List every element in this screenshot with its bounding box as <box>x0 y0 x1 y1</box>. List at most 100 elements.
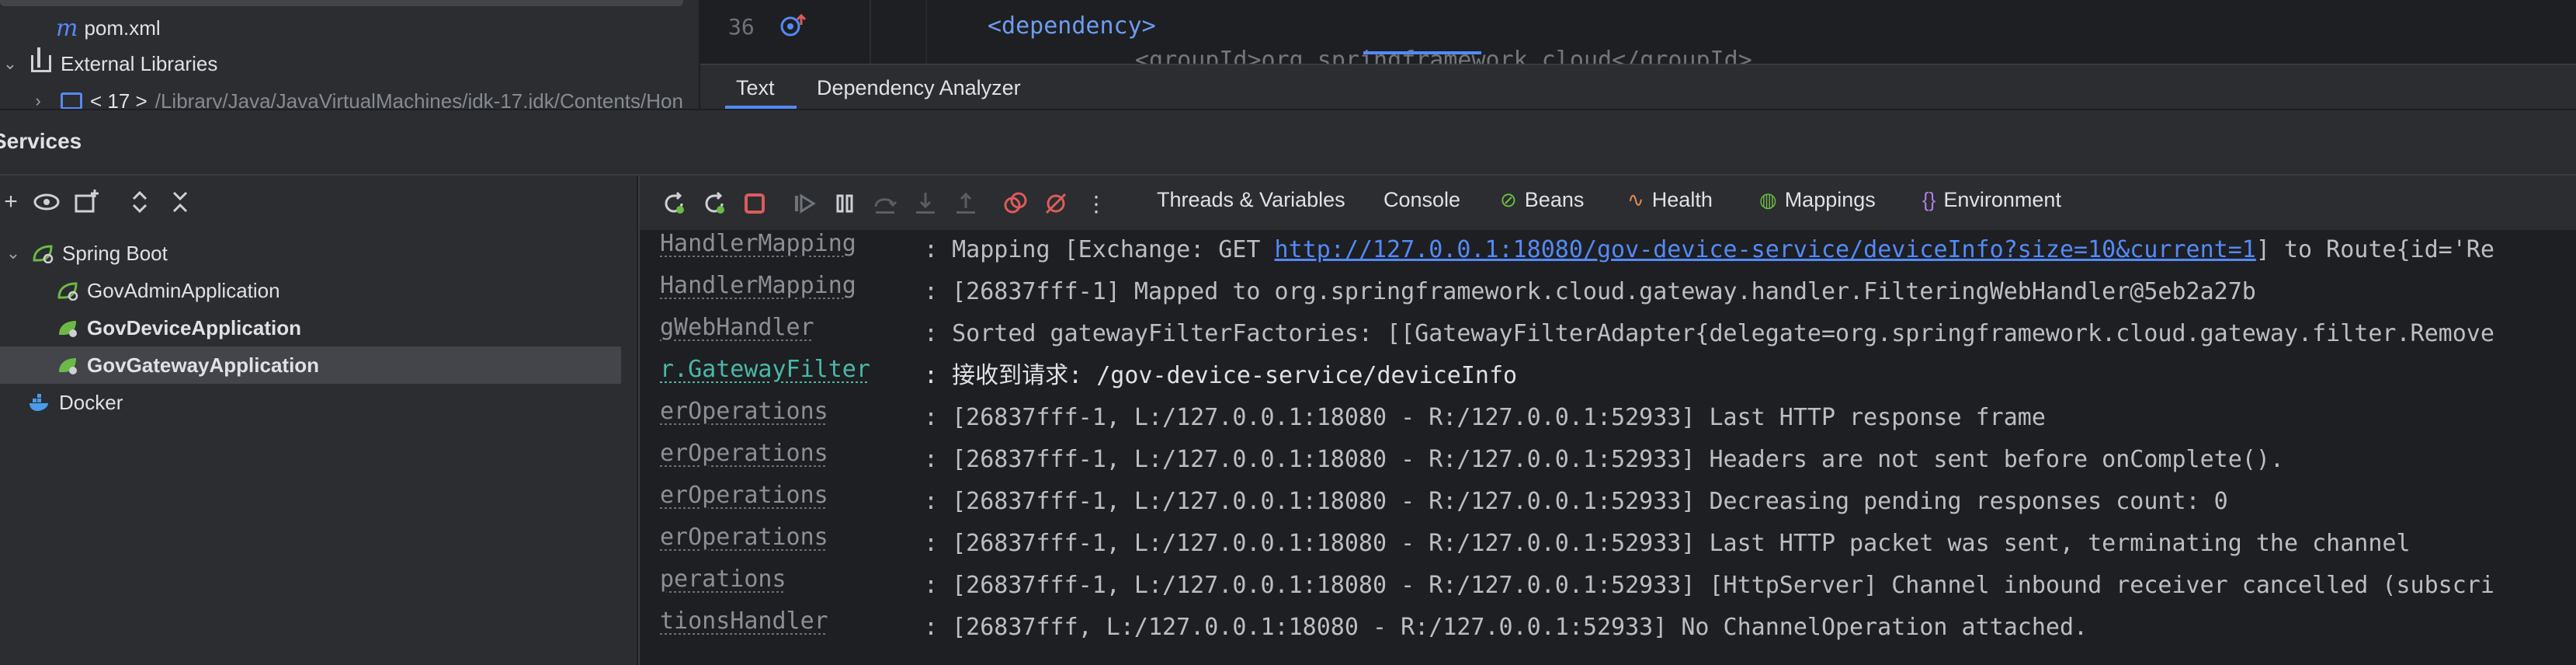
log-message: : [26837fff-1, L:/127.0.0.1:18080 - R:/1… <box>924 404 2046 431</box>
log-message: : 接收到请求: /gov-device-service/deviceInfo <box>924 362 1518 389</box>
log-line: HandlerMapping: [26837fff-1] Mapped to o… <box>660 272 2256 305</box>
code-line: <dependency> <box>988 12 1156 40</box>
tab-label: Environment <box>1943 188 2061 211</box>
tab-text[interactable]: Text <box>736 76 775 100</box>
tab-threads-variables[interactable]: Threads & Variables <box>1157 188 1345 212</box>
tree-item-gov-device[interactable]: GovDeviceApplication <box>0 309 621 346</box>
health-icon: ∿ <box>1627 188 1644 211</box>
maven-icon: m <box>56 14 78 42</box>
spring-boot-icon <box>33 245 54 263</box>
tab-beans[interactable]: ⊘ Beans <box>1500 188 1584 212</box>
add-service-icon[interactable]: + <box>0 186 26 218</box>
debug-toolbar: ⋮ Threads & Variables Console ⊘ Beans ∿ … <box>640 176 2576 230</box>
log-line: erOperations: [26837fff-1, L:/127.0.0.1:… <box>660 440 2284 473</box>
log-line: perations: [26837fff-1, L:/127.0.0.1:180… <box>660 566 2494 599</box>
tab-label: Beans <box>1524 188 1585 211</box>
tab-health[interactable]: ∿ Health <box>1627 188 1713 212</box>
stop-icon[interactable] <box>741 190 769 218</box>
log-message: : [26837fff-1, L:/127.0.0.1:18080 - R:/1… <box>924 488 2228 515</box>
editor-bottom-tabs: Text Dependency Analyzer <box>700 64 2576 109</box>
tab-label: Console <box>1383 188 1461 211</box>
tree-item-gov-gateway[interactable]: GovGatewayApplication <box>0 346 621 384</box>
maven-override-icon[interactable] <box>778 12 809 39</box>
mute-breakpoints-icon[interactable] <box>1042 190 1070 218</box>
services-title: Services <box>0 129 82 153</box>
log-url-link[interactable]: http://127.0.0.1:18080/gov-device-servic… <box>1275 236 2256 263</box>
tab-label: Health <box>1651 188 1713 211</box>
code-editor[interactable]: 36 <dependency> <groupId>org.springframe… <box>700 0 2576 64</box>
tree-selection-highlight <box>0 0 683 6</box>
console-output[interactable]: HandlerMapping: Mapping [Exchange: GET h… <box>640 230 2576 665</box>
indent-guide <box>925 0 927 64</box>
tree-item-spring-boot[interactable]: ⌄ Spring Boot <box>0 235 621 272</box>
more-options-icon[interactable]: ⋮ <box>1082 190 1110 218</box>
tree-item-external-libraries[interactable]: ⌄ External Libraries <box>0 45 217 82</box>
log-source[interactable]: erOperations <box>660 482 924 509</box>
log-message: : [26837fff-1, L:/127.0.0.1:18080 - R:/1… <box>924 572 2494 599</box>
eye-icon[interactable] <box>31 186 62 218</box>
restart-icon[interactable] <box>700 190 728 218</box>
log-line: HandlerMapping: Mapping [Exchange: GET h… <box>660 230 2494 263</box>
log-source[interactable]: erOperations <box>660 524 924 551</box>
environment-icon: {} <box>1922 188 1936 211</box>
beans-icon: ⊘ <box>1500 188 1517 211</box>
tab-mappings[interactable]: ◍ Mappings <box>1759 188 1876 212</box>
tree-item-label: GovDeviceApplication <box>87 315 301 339</box>
step-over-icon[interactable] <box>871 190 899 218</box>
tree-item-docker[interactable]: Docker <box>0 384 621 421</box>
view-breakpoints-icon[interactable] <box>1002 190 1029 218</box>
log-line: tionsHandler: [26837fff, L:/127.0.0.1:18… <box>660 608 2088 641</box>
log-line: erOperations: [26837fff-1, L:/127.0.0.1:… <box>660 398 2046 431</box>
log-message: : Sorted gatewayFilterFactories: [[Gatew… <box>924 320 2494 347</box>
mappings-icon: ◍ <box>1759 188 1777 211</box>
active-tab-indicator <box>1363 51 1481 54</box>
tree-item-label: Spring Boot <box>62 241 168 265</box>
tree-item-label: GovAdminApplication <box>87 278 280 302</box>
collapse-all-icon[interactable] <box>165 186 196 218</box>
docker-icon <box>30 394 48 411</box>
tree-item-pom[interactable]: m pom.xml <box>0 9 161 47</box>
tab-label: Mappings <box>1784 188 1876 211</box>
chevron-down-icon[interactable]: ⌄ <box>3 243 23 263</box>
log-source[interactable]: perations <box>660 566 924 593</box>
library-icon <box>31 47 51 72</box>
log-source[interactable]: erOperations <box>660 398 924 425</box>
step-into-icon[interactable] <box>911 190 939 218</box>
log-message-tail: ] to Route{id='Re <box>2255 236 2494 263</box>
tab-environment[interactable]: {} Environment <box>1922 188 2061 212</box>
services-tool-window-header: Services <box>0 109 2576 176</box>
gutter-separator <box>870 0 871 64</box>
log-message: : [26837fff-1, L:/127.0.0.1:18080 - R:/1… <box>924 530 2411 557</box>
log-message: : [26837fff-1, L:/127.0.0.1:18080 - R:/1… <box>924 446 2284 473</box>
log-source[interactable]: HandlerMapping <box>660 230 924 257</box>
log-source[interactable]: gWebHandler <box>660 314 924 341</box>
pause-icon[interactable] <box>831 190 859 218</box>
log-line: r.GatewayFilter: 接收到请求: /gov-device-serv… <box>660 356 1518 389</box>
log-source[interactable]: HandlerMapping <box>660 272 924 299</box>
resume-icon[interactable] <box>790 190 818 218</box>
log-line: gWebHandler: Sorted gatewayFilterFactori… <box>660 314 2494 347</box>
code-line-partial: <groupId>org.springframework.cloud</grou… <box>1135 47 1752 64</box>
folder-icon <box>61 92 82 110</box>
chevron-down-icon[interactable]: ⌄ <box>0 54 20 74</box>
tree-item-label: pom.xml <box>84 16 161 40</box>
project-tree-panel: m pom.xml ⌄ External Libraries › < 17 > … <box>0 0 699 115</box>
log-line: erOperations: [26837fff-1, L:/127.0.0.1:… <box>660 524 2411 557</box>
log-source[interactable]: tionsHandler <box>660 608 924 635</box>
log-message: : Mapping [Exchange: GET <box>924 236 1275 263</box>
tab-console[interactable]: Console <box>1383 188 1460 212</box>
tree-item-label: Docker <box>59 390 123 414</box>
log-message: : [26837fff-1] Mapped to org.springframe… <box>924 278 2256 305</box>
step-out-icon[interactable] <box>952 190 980 218</box>
spring-boot-running-icon <box>59 358 77 374</box>
tab-dependency-analyzer[interactable]: Dependency Analyzer <box>817 76 1021 100</box>
expand-all-icon[interactable] <box>124 186 155 218</box>
new-group-icon[interactable] <box>71 186 102 218</box>
services-tree: ⌄ Spring Boot GovAdminApplication GovDev… <box>0 176 637 665</box>
log-line: erOperations: [26837fff-1, L:/127.0.0.1:… <box>660 482 2228 515</box>
tree-item-gov-admin[interactable]: GovAdminApplication <box>0 272 621 309</box>
spring-boot-running-icon <box>59 321 77 337</box>
rerun-icon[interactable] <box>660 190 688 218</box>
log-source[interactable]: r.GatewayFilter <box>660 356 924 383</box>
log-source[interactable]: erOperations <box>660 440 924 467</box>
